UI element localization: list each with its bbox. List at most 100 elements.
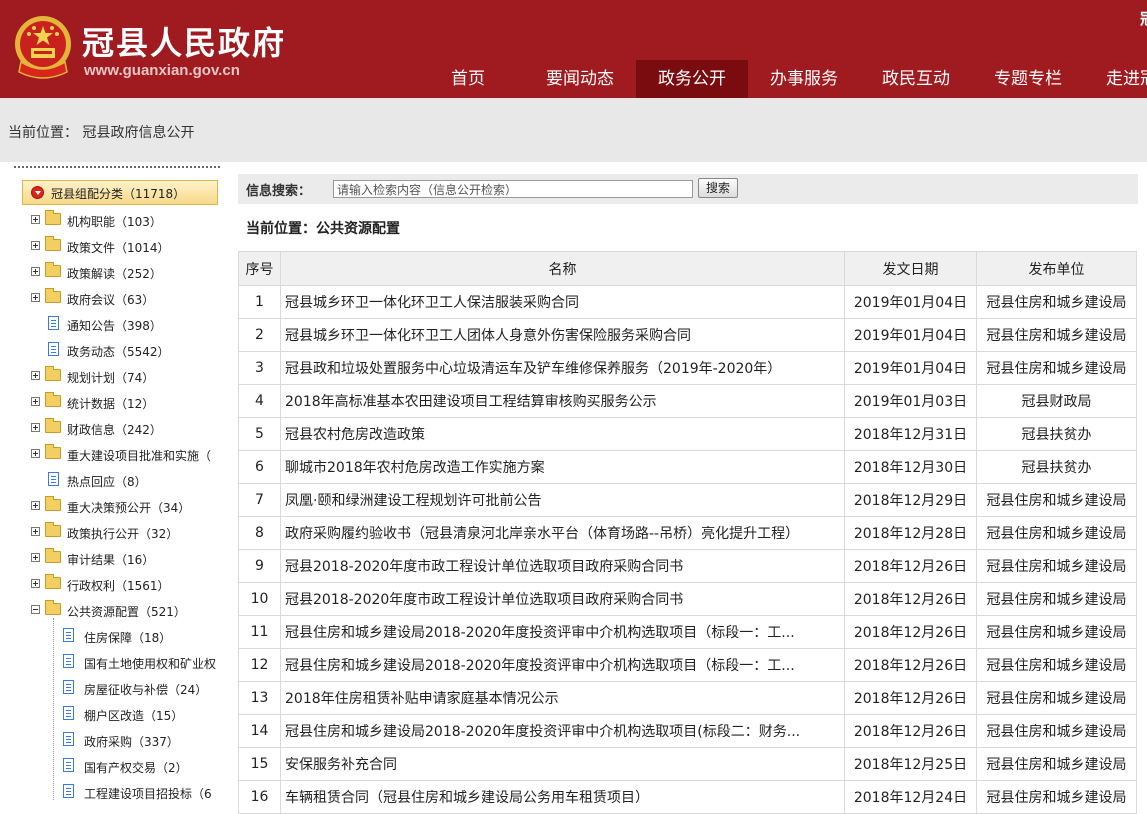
collapse-arrow-icon[interactable]: [31, 186, 44, 199]
tree-item[interactable]: 行政权利（1561）: [31, 574, 218, 596]
tree-item[interactable]: 通知公告（398）: [31, 314, 218, 336]
tree-subitem[interactable]: 工程建设项目招投标（6: [60, 782, 218, 804]
row-title-link[interactable]: 安保服务补充合同: [280, 747, 845, 781]
folder-icon: [45, 262, 61, 277]
row-title-link[interactable]: 2018年住房租赁补贴申请家庭基本情况公示: [280, 681, 845, 715]
collapse-icon[interactable]: [31, 605, 40, 614]
tree-item[interactable]: 审计结果（16）: [31, 548, 218, 570]
national-emblem-icon[interactable]: [13, 14, 73, 80]
expand-icon[interactable]: [31, 397, 40, 406]
tree-item[interactable]: 政策执行公开（32）: [31, 522, 218, 544]
site-header: 冠县人民政府 www.guanxian.gov.cn 冠 首页要闻动态政务公开办…: [0, 0, 1147, 98]
tree-item[interactable]: 重大建设项目批准和实施（: [31, 444, 218, 466]
row-index: 7: [238, 483, 281, 517]
tree-subitem[interactable]: 棚户区改造（15）: [60, 704, 218, 726]
row-title-link[interactable]: 政府采购履约验收书（冠县清泉河北岸亲水平台（体育场路--吊桥）亮化提升工程）: [280, 516, 845, 550]
row-title-link[interactable]: 冠县住房和城乡建设局2018-2020年度投资评审中介机构选取项目（标段一：工.…: [280, 615, 845, 649]
expand-icon[interactable]: [31, 423, 40, 432]
tree-item[interactable]: 政府会议（63）: [31, 288, 218, 310]
row-date: 2018年12月25日: [844, 747, 977, 781]
row-title-link[interactable]: 冠县城乡环卫一体化环卫工人保洁服装采购合同: [280, 285, 845, 319]
expand-icon[interactable]: [31, 449, 40, 458]
nav-item[interactable]: 办事服务: [748, 60, 860, 98]
tree-guide-line: [53, 618, 54, 800]
nav-item[interactable]: 走进冠县: [1084, 60, 1147, 98]
table-body: 1 冠县城乡环卫一体化环卫工人保洁服装采购合同 2019年01月04日 冠县住房和城乡…: [238, 285, 1137, 814]
table-row: 4 2018年高标准基本农田建设项目工程结算审核购买服务公示 2019年01月03日…: [238, 384, 1137, 418]
row-unit: 冠县住房和城乡建设局: [976, 516, 1137, 550]
table-row: 10 冠县2018-2020年度市政工程设计单位选取项目政府采购合同书 2018年1…: [238, 582, 1137, 616]
search-button[interactable]: 搜索: [698, 178, 738, 198]
tree-item[interactable]: 政务动态（5542）: [31, 340, 218, 362]
row-title-link[interactable]: 凤凰·颐和绿洲建设工程规划许可批前公告: [280, 483, 845, 517]
table-row: 2 冠县城乡环卫一体化环卫工人团体人身意外伤害保险服务采购合同 2019年01月04…: [238, 318, 1137, 352]
row-title-link[interactable]: 冠县住房和城乡建设局2018-2020年度投资评审中介机构选取项目(标段二：财务…: [280, 714, 845, 748]
expand-icon[interactable]: [31, 241, 40, 250]
tree-item[interactable]: 政策解读（252）: [31, 262, 218, 284]
row-unit: 冠县住房和城乡建设局: [976, 285, 1137, 319]
table-header-row: 序号 名称 发文日期 发布单位: [238, 251, 1137, 286]
row-unit: 冠县住房和城乡建设局: [976, 681, 1137, 715]
expand-icon[interactable]: [31, 267, 40, 276]
tree-subitem-label: 住房保障（18）: [84, 631, 172, 645]
section-title: 当前位置：公共资源配置: [246, 221, 400, 237]
tree-subitem[interactable]: 房屋征收与补偿（24）: [60, 678, 218, 700]
row-date: 2018年12月28日: [844, 516, 977, 550]
row-title-link[interactable]: 冠县2018-2020年度市政工程设计单位选取项目政府采购合同书: [280, 549, 845, 583]
document-table: 序号 名称 发文日期 发布单位 1 冠县城乡环卫一体化环卫工人保洁服装采购合同 20…: [238, 251, 1137, 814]
document-icon: [63, 758, 74, 772]
tree-item[interactable]: 热点回应（8）: [31, 470, 218, 492]
expand-icon[interactable]: [31, 527, 40, 536]
expand-icon[interactable]: [31, 293, 40, 302]
row-index: 2: [238, 318, 281, 352]
category-tree: 冠县组配分类（11718） 机构职能（103） 政策文件（1014） 政策解读（25…: [14, 166, 220, 811]
nav-item[interactable]: 政务公开: [636, 60, 748, 98]
tree-item[interactable]: 机构职能（103）: [31, 210, 218, 232]
row-index: 8: [238, 516, 281, 550]
expand-icon[interactable]: [31, 579, 40, 588]
row-title-link[interactable]: 2018年高标准基本农田建设项目工程结算审核购买服务公示: [280, 384, 845, 418]
tree-subitem[interactable]: 国有土地使用权和矿业权: [60, 652, 218, 674]
nav-item[interactable]: 要闻动态: [524, 60, 636, 98]
folder-icon: [45, 444, 61, 459]
col-header-name: 名称: [280, 251, 845, 286]
row-title-link[interactable]: 冠县住房和城乡建设局2018-2020年度投资评审中介机构选取项目（标段一：工.…: [280, 648, 845, 682]
row-title-link[interactable]: 冠县城乡环卫一体化环卫工人团体人身意外伤害保险服务采购合同: [280, 318, 845, 352]
tree-item[interactable]: 公共资源配置（521）: [31, 600, 218, 622]
site-title[interactable]: 冠县人民政府: [82, 18, 286, 64]
row-title-link[interactable]: 冠县政和垃圾处置服务中心垃圾清运车及铲车维修保养服务（2019年-2020年）: [280, 351, 845, 385]
tree-item[interactable]: 重大决策预公开（34）: [31, 496, 218, 518]
tree-item[interactable]: 统计数据（12）: [31, 392, 218, 414]
expand-icon[interactable]: [31, 215, 40, 224]
nav-item[interactable]: 政民互动: [860, 60, 972, 98]
tree-item[interactable]: 政策文件（1014）: [31, 236, 218, 258]
nav-item[interactable]: 首页: [412, 60, 524, 98]
table-row: 14 冠县住房和城乡建设局2018-2020年度投资评审中介机构选取项目(标段二：…: [238, 714, 1137, 748]
row-title-link[interactable]: 聊城市2018年农村危房改造工作实施方案: [280, 450, 845, 484]
folder-icon: [45, 522, 61, 537]
search-input[interactable]: [333, 180, 693, 198]
expand-icon[interactable]: [31, 371, 40, 380]
tree-item[interactable]: 财政信息（242）: [31, 418, 218, 440]
row-title-link[interactable]: 车辆租赁合同（冠县住房和城乡建设局公务用车租赁项目）: [280, 780, 845, 814]
tree-subitem[interactable]: 国有产权交易（2）: [60, 756, 218, 778]
expand-icon[interactable]: [31, 501, 40, 510]
tree-subitem[interactable]: 政府采购（337）: [60, 730, 218, 752]
tree-root-item[interactable]: 冠县组配分类（11718）: [22, 180, 218, 205]
tree-subitem-label: 国有产权交易（2）: [84, 761, 188, 775]
document-icon: [63, 628, 74, 642]
folder-icon: [45, 418, 61, 433]
row-date: 2019年01月04日: [844, 318, 977, 352]
row-title-link[interactable]: 冠县2018-2020年度市政工程设计单位选取项目政府采购合同书: [280, 582, 845, 616]
row-index: 14: [238, 714, 281, 748]
tree-item[interactable]: 规划计划（74）: [31, 366, 218, 388]
row-unit: 冠县住房和城乡建设局: [976, 648, 1137, 682]
row-date: 2019年01月04日: [844, 351, 977, 385]
row-title-link[interactable]: 冠县农村危房改造政策: [280, 417, 845, 451]
tree-subitem-label: 工程建设项目招投标（6: [84, 787, 212, 801]
tree-subitem[interactable]: 住房保障（18）: [60, 626, 218, 648]
main-nav: 首页要闻动态政务公开办事服务政民互动专题专栏走进冠县: [412, 60, 1147, 98]
document-icon: [48, 316, 59, 330]
expand-icon[interactable]: [31, 553, 40, 562]
nav-item[interactable]: 专题专栏: [972, 60, 1084, 98]
